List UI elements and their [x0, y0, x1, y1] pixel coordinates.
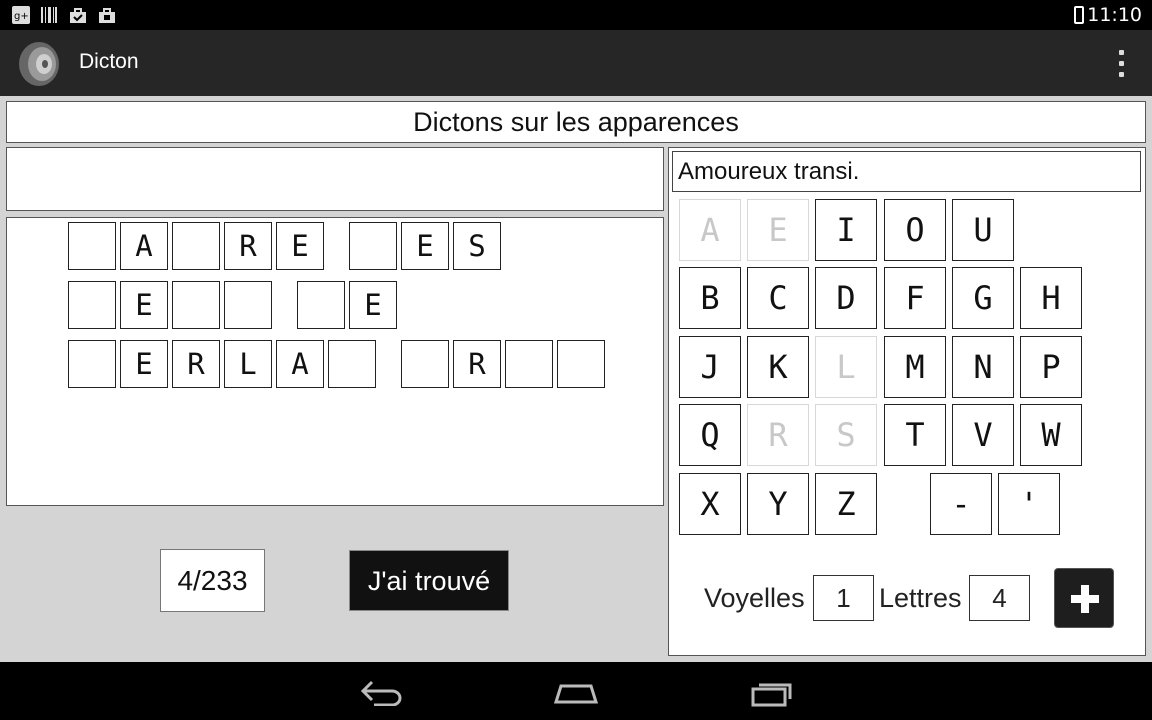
status-bar: g+ 11:10 — [0, 0, 1152, 30]
puzzle-tile-empty — [297, 281, 345, 329]
key-e: E — [747, 199, 809, 261]
category-title: Dictons sur les apparences — [6, 101, 1146, 143]
key-d[interactable]: D — [815, 267, 877, 329]
puzzle-tile-revealed: R — [453, 340, 501, 388]
puzzle-tile-empty — [172, 222, 220, 270]
puzzle-tile-empty — [68, 340, 116, 388]
progress-counter: 4/233 — [160, 549, 265, 612]
puzzle-tile-revealed: E — [401, 222, 449, 270]
key-hyphen[interactable]: - — [930, 473, 992, 535]
puzzle-tile-revealed: R — [172, 340, 220, 388]
key-r: R — [747, 404, 809, 466]
puzzle-tile-revealed: E — [120, 281, 168, 329]
key-p[interactable]: P — [1020, 336, 1082, 398]
svg-text:g+: g+ — [14, 11, 29, 22]
key-m[interactable]: M — [884, 336, 946, 398]
clock: 11:10 — [1087, 4, 1142, 26]
add-button[interactable] — [1054, 568, 1114, 628]
puzzle-tile-empty — [505, 340, 553, 388]
puzzle-tile-empty — [328, 340, 376, 388]
key-l: L — [815, 336, 877, 398]
puzzle-tile-empty — [68, 222, 116, 270]
key-j[interactable]: J — [679, 336, 741, 398]
puzzle-tile-revealed: R — [224, 222, 272, 270]
google-plus-icon: g+ — [12, 6, 30, 24]
key-w[interactable]: W — [1020, 404, 1082, 466]
key-s: S — [815, 404, 877, 466]
action-bar: Dicton — [0, 30, 1152, 96]
puzzle-tile-empty — [224, 281, 272, 329]
key-z[interactable]: Z — [815, 473, 877, 535]
key-o[interactable]: O — [884, 199, 946, 261]
key-x[interactable]: X — [679, 473, 741, 535]
key-h[interactable]: H — [1020, 267, 1082, 329]
letters-label: Lettres — [879, 583, 962, 613]
key-k[interactable]: K — [747, 336, 809, 398]
battery-icon — [1074, 6, 1084, 24]
navigation-bar — [0, 662, 1152, 720]
found-button[interactable]: J'ai trouvé — [349, 550, 509, 611]
puzzle-tile-empty — [172, 281, 220, 329]
overflow-menu-icon[interactable] — [1118, 50, 1126, 78]
app-title: Dicton — [79, 50, 139, 73]
key-f[interactable]: F — [884, 267, 946, 329]
key-apostrophe[interactable]: ' — [998, 473, 1060, 535]
key-i[interactable]: I — [815, 199, 877, 261]
barcode-icon — [41, 7, 57, 23]
key-u[interactable]: U — [952, 199, 1014, 261]
back-icon[interactable] — [360, 680, 404, 706]
key-t[interactable]: T — [884, 404, 946, 466]
hint-text: Amoureux transi. — [672, 151, 1141, 192]
recents-icon[interactable] — [750, 679, 794, 707]
key-g[interactable]: G — [952, 267, 1014, 329]
letters-count: 4 — [969, 575, 1030, 621]
bag-icon — [99, 8, 115, 23]
answer-field[interactable] — [6, 147, 664, 211]
bag-check-icon — [70, 8, 86, 23]
puzzle-tile-revealed: S — [453, 222, 501, 270]
puzzle-tile-revealed: A — [276, 340, 324, 388]
puzzle-tile-revealed: E — [120, 340, 168, 388]
puzzle-tile-empty — [557, 340, 605, 388]
key-a: A — [679, 199, 741, 261]
vowels-label: Voyelles — [704, 583, 805, 613]
puzzle-tile-empty — [401, 340, 449, 388]
vowels-count: 1 — [813, 575, 874, 621]
key-c[interactable]: C — [747, 267, 809, 329]
puzzle-tile-revealed: E — [276, 222, 324, 270]
puzzle-tile-empty — [68, 281, 116, 329]
puzzle-tile-revealed: L — [224, 340, 272, 388]
puzzle-tile-empty — [349, 222, 397, 270]
speaker-logo-icon[interactable] — [14, 38, 64, 88]
plus-icon — [1071, 585, 1099, 613]
key-v[interactable]: V — [952, 404, 1014, 466]
key-q[interactable]: Q — [679, 404, 741, 466]
key-y[interactable]: Y — [747, 473, 809, 535]
key-n[interactable]: N — [952, 336, 1014, 398]
puzzle-tile-revealed: E — [349, 281, 397, 329]
key-b[interactable]: B — [679, 267, 741, 329]
home-icon[interactable] — [553, 680, 599, 706]
puzzle-tile-revealed: A — [120, 222, 168, 270]
